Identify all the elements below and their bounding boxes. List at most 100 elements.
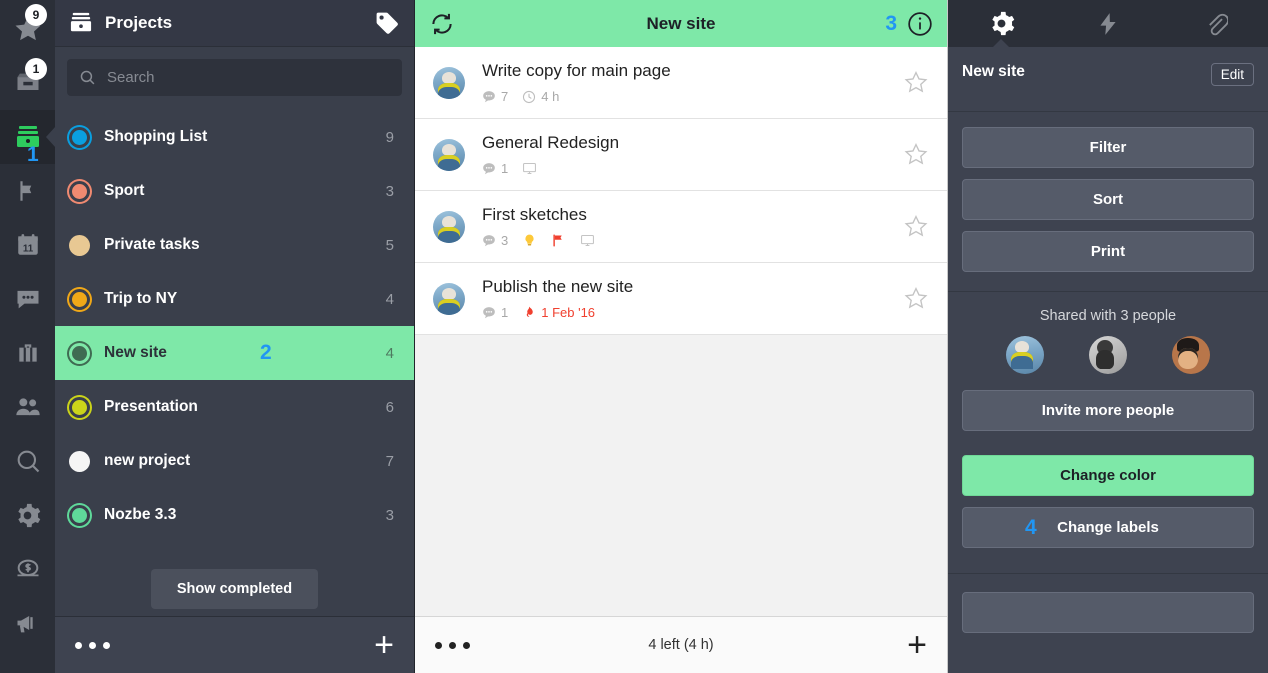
rail-item-billing[interactable] xyxy=(0,542,55,596)
gear-icon xyxy=(992,11,1015,36)
tab-settings[interactable] xyxy=(948,0,1055,47)
project-color-dot xyxy=(69,342,90,364)
avatar xyxy=(433,210,465,243)
comment-icon xyxy=(483,306,495,318)
search-icon xyxy=(17,450,39,473)
project-count: 4 xyxy=(385,344,394,362)
rail-item-inbox[interactable]: 1 xyxy=(0,56,55,110)
rail-item-calendar[interactable]: 11 xyxy=(0,218,55,272)
project-row-new-project[interactable]: new project 7 xyxy=(55,434,414,488)
print-button[interactable]: Print xyxy=(962,231,1254,272)
task-list: Write copy for main page 7 4 h General R… xyxy=(415,47,947,335)
comment-icon xyxy=(483,162,495,174)
search-box[interactable] xyxy=(67,59,402,96)
edit-button[interactable]: Edit xyxy=(1210,63,1254,86)
comment-count-value: 1 xyxy=(501,305,509,320)
avatar[interactable] xyxy=(1088,336,1127,374)
comment-count-value: 7 xyxy=(501,89,509,104)
sharing-section: Shared with 3 people Invite more people xyxy=(948,292,1268,442)
flag-icon xyxy=(553,234,562,247)
project-row-private-tasks[interactable]: Private tasks 5 xyxy=(55,218,414,272)
avatar[interactable] xyxy=(1006,336,1045,374)
star-icon[interactable] xyxy=(903,286,929,311)
rail-item-projects[interactable]: 1 xyxy=(0,110,55,166)
add-task-button[interactable]: + xyxy=(907,628,927,662)
due-date-value: 1 Feb '16 xyxy=(541,305,596,320)
detail-project-title: New site xyxy=(962,63,1025,80)
task-row[interactable]: First sketches 3 xyxy=(415,191,947,263)
projects-box-icon xyxy=(70,12,92,32)
invite-more-people-button[interactable]: Invite more people xyxy=(962,390,1254,431)
task-list-empty-area xyxy=(415,335,947,616)
tab-attachments[interactable] xyxy=(1161,0,1268,47)
project-marker-2: 2 xyxy=(260,341,272,364)
avatar[interactable] xyxy=(1171,336,1210,374)
task-title: Publish the new site xyxy=(482,277,634,296)
change-color-button[interactable]: Change color xyxy=(962,455,1254,496)
project-count: 4 xyxy=(385,290,394,308)
rail-item-team[interactable] xyxy=(0,380,55,434)
star-icon[interactable] xyxy=(903,214,929,239)
avatar xyxy=(433,138,465,171)
star-icon[interactable] xyxy=(903,142,929,167)
project-name: Trip to NY xyxy=(104,290,178,307)
project-row-new-site[interactable]: New site 2 4 xyxy=(55,326,414,380)
project-count: 9 xyxy=(385,128,394,146)
project-count: 3 xyxy=(385,182,394,200)
tag-icon[interactable] xyxy=(374,10,400,36)
tasks-footer: 4 left (4 h) + xyxy=(415,616,947,673)
calendar-icon: 11 xyxy=(17,234,38,255)
computer-category xyxy=(580,233,595,248)
project-name: Nozbe 3.3 xyxy=(104,506,177,523)
project-color-dot xyxy=(69,288,90,310)
info-icon[interactable] xyxy=(907,11,933,37)
project-name: Presentation xyxy=(104,398,198,415)
rail-item-search[interactable] xyxy=(0,434,55,488)
tasks-panel: New site 3 Write copy for main page 7 4 … xyxy=(415,0,948,673)
detail-actions: Filter Sort Print xyxy=(948,112,1268,283)
gear-icon xyxy=(18,503,41,527)
avatar xyxy=(433,282,465,315)
project-row-presentation[interactable]: Presentation 6 xyxy=(55,380,414,434)
task-row[interactable]: Publish the new site 1 1 Feb '16 xyxy=(415,263,947,335)
detail-partial-button[interactable] xyxy=(962,592,1254,633)
star-icon[interactable] xyxy=(903,70,929,95)
tab-quick-actions[interactable] xyxy=(1055,0,1162,47)
task-content: Write copy for main page 7 4 h xyxy=(482,61,903,104)
rail-item-flag[interactable] xyxy=(0,164,55,218)
project-count: 7 xyxy=(385,452,394,470)
project-row-trip-to-ny[interactable]: Trip to NY 4 xyxy=(55,272,414,326)
project-row-shopping-list[interactable]: Shopping List 9 xyxy=(55,110,414,164)
clock-icon xyxy=(523,90,536,103)
dot xyxy=(89,641,96,649)
rail-item-announcements[interactable] xyxy=(0,596,55,650)
change-labels-button[interactable]: Change labels xyxy=(962,507,1254,548)
search-input[interactable] xyxy=(107,69,390,86)
tasks-marker-3: 3 xyxy=(885,11,897,35)
projects-more-options-button[interactable] xyxy=(75,641,110,649)
task-meta: 1 1 Feb '16 xyxy=(482,305,903,320)
project-count: 3 xyxy=(385,506,394,524)
rail-item-priority-star[interactable]: 9 xyxy=(0,2,55,56)
project-row-nozbe-33[interactable]: Nozbe 3.3 3 xyxy=(55,488,414,542)
rail-item-comments[interactable] xyxy=(0,272,55,326)
computer-category xyxy=(522,161,537,176)
task-content: First sketches 3 xyxy=(482,205,903,248)
detail-tabs xyxy=(948,0,1268,47)
sort-button[interactable]: Sort xyxy=(962,179,1254,220)
projects-header: Projects xyxy=(55,0,414,47)
rail-item-settings[interactable] xyxy=(0,488,55,542)
task-meta: 3 xyxy=(482,233,903,248)
task-row[interactable]: Write copy for main page 7 4 h xyxy=(415,47,947,119)
add-project-button[interactable]: + xyxy=(374,628,394,662)
show-completed-button[interactable]: Show completed xyxy=(150,569,319,609)
task-title: First sketches xyxy=(482,205,587,224)
task-title: Write copy for main page xyxy=(482,61,671,80)
project-row-sport[interactable]: Sport 3 xyxy=(55,164,414,218)
rail-badge-inbox: 1 xyxy=(25,58,47,80)
task-row[interactable]: General Redesign 1 xyxy=(415,119,947,191)
rail-item-briefcase[interactable] xyxy=(0,326,55,380)
filter-button[interactable]: Filter xyxy=(962,127,1254,168)
project-name: Shopping List xyxy=(104,128,208,145)
task-meta: 7 4 h xyxy=(482,89,903,104)
